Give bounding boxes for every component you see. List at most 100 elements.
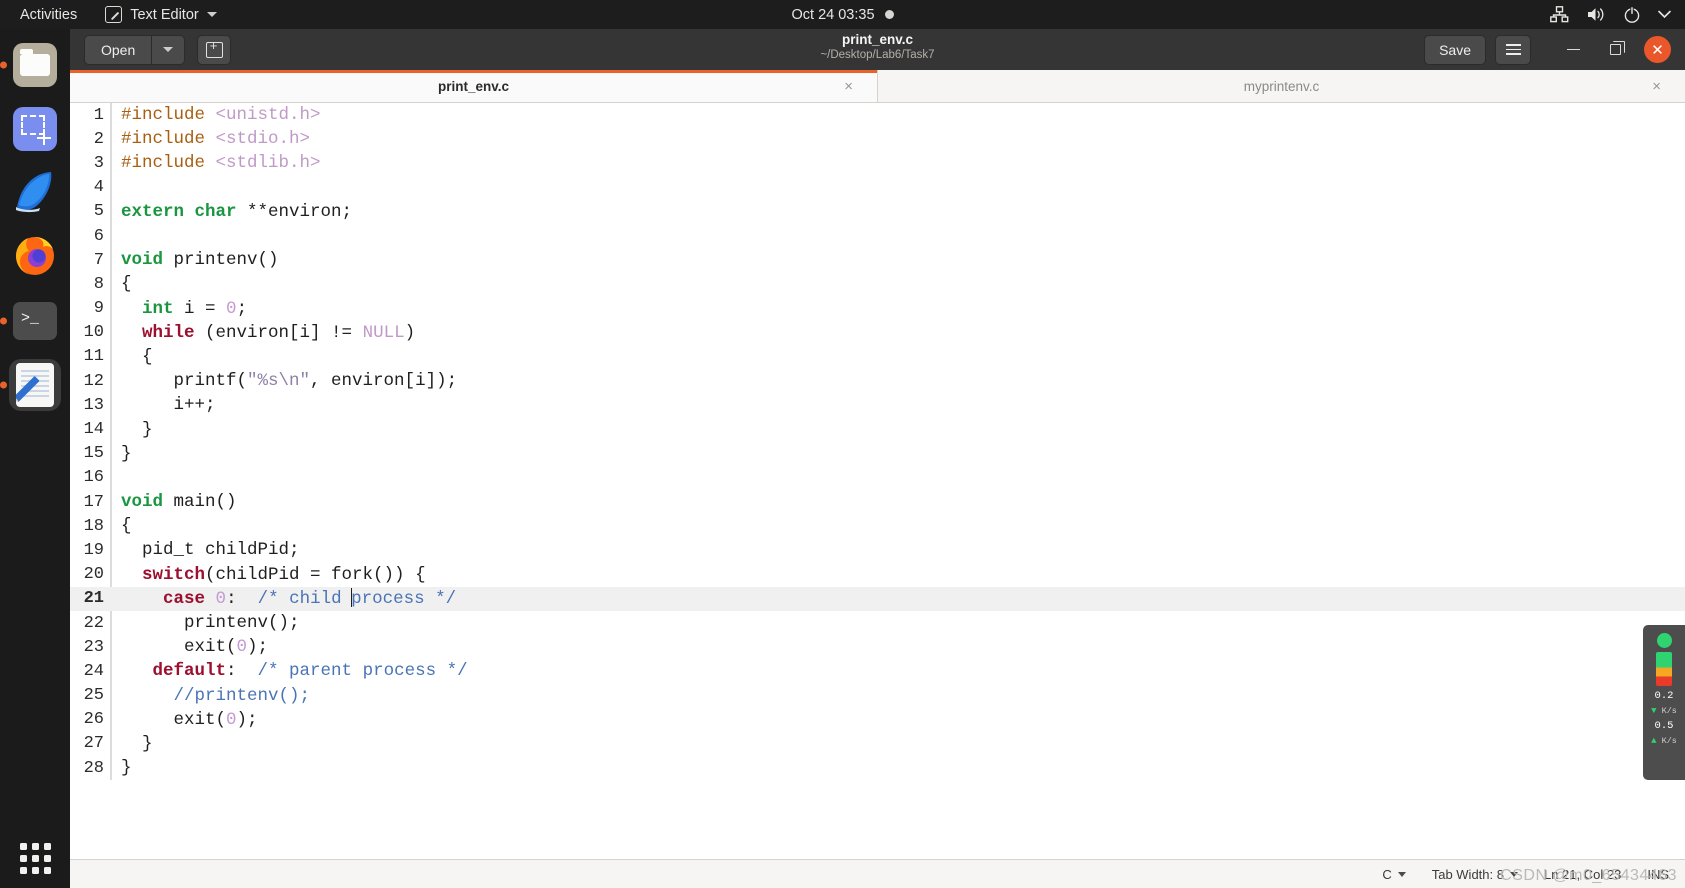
code-line: 11 {	[70, 344, 1685, 370]
minimize-icon	[1566, 48, 1580, 51]
code-text[interactable]: case 0: /* child process */	[112, 586, 1685, 611]
code-line: 16	[70, 465, 1685, 490]
tab-myprintenv-c[interactable]: myprintenv.c ×	[878, 70, 1685, 102]
tab-print-env-c[interactable]: print_env.c ×	[70, 70, 877, 102]
network-speed-widget[interactable]: 0.2 ▼ K/s 0.5 ▲ K/s	[1643, 625, 1685, 780]
code-text[interactable]: #include <stdlib.h>	[112, 151, 1685, 175]
code-text[interactable]: {	[112, 272, 1685, 296]
dock-item-firefox[interactable]	[9, 231, 61, 283]
language-selector[interactable]: C	[1382, 867, 1406, 882]
dock-item-terminal[interactable]: >_	[0, 295, 61, 347]
code-text[interactable]: while (environ[i] != NULL)	[112, 321, 1685, 345]
open-button[interactable]: Open	[84, 34, 152, 65]
code-text[interactable]: pid_t childPid;	[112, 538, 1685, 562]
code-text[interactable]: printenv();	[112, 611, 1685, 635]
save-button[interactable]: Save	[1424, 34, 1486, 65]
code-text[interactable]: {	[112, 514, 1685, 538]
code-text[interactable]	[112, 466, 1685, 490]
code-text[interactable]: }	[112, 442, 1685, 466]
code-text[interactable]: exit(0);	[112, 635, 1685, 659]
code-text[interactable]: void printenv()	[112, 248, 1685, 272]
code-line: 20 switch(childPid = fork()) {	[70, 562, 1685, 587]
dock-item-files[interactable]	[0, 39, 61, 91]
code-token: #include	[121, 105, 216, 126]
show-applications-button[interactable]	[0, 843, 70, 874]
code-text[interactable]: default: /* parent process */	[112, 659, 1685, 683]
code-line: 26 exit(0);	[70, 707, 1685, 732]
code-token: {	[121, 516, 132, 537]
tab-close-icon[interactable]: ×	[1652, 78, 1661, 95]
maximize-button[interactable]	[1602, 37, 1628, 63]
app-menu-button[interactable]: Text Editor	[105, 6, 217, 23]
code-line: 17 void main()	[70, 490, 1685, 515]
new-tab-button[interactable]	[197, 34, 232, 65]
dock-item-screenshot[interactable]	[9, 103, 61, 155]
line-number: 24	[70, 659, 110, 684]
code-text[interactable]: }	[112, 732, 1685, 756]
code-text[interactable]: }	[112, 756, 1685, 780]
code-token: exit(	[121, 637, 237, 658]
minimize-button[interactable]	[1560, 37, 1586, 63]
open-dropdown-button[interactable]	[151, 34, 186, 65]
line-number: 7	[70, 248, 110, 273]
code-text[interactable]: int i = 0;	[112, 297, 1685, 321]
code-token: {	[121, 274, 132, 295]
code-token: printenv()	[163, 250, 279, 271]
dock-item-text-editor[interactable]	[0, 359, 61, 411]
code-token: "%s\n"	[247, 371, 311, 392]
new-tab-icon	[205, 39, 223, 58]
tab-close-icon[interactable]: ×	[844, 78, 853, 95]
line-number: 19	[70, 538, 110, 563]
dock-item-wireshark[interactable]	[9, 167, 61, 219]
code-text[interactable]: #include <stdio.h>	[112, 127, 1685, 151]
code-token: 0	[236, 637, 248, 658]
code-text[interactable]: }	[112, 417, 1685, 441]
code-token: /* child	[257, 589, 353, 610]
code-text[interactable]: exit(0);	[112, 708, 1685, 732]
tab-label: myprintenv.c	[1243, 78, 1320, 94]
chevron-down-icon	[206, 12, 217, 17]
main-menu-button[interactable]	[1495, 34, 1531, 65]
close-button[interactable]: ✕	[1644, 36, 1671, 63]
code-token: <stdlib.h>	[215, 153, 321, 174]
code-text[interactable]	[112, 224, 1685, 248]
header-right-controls: Save ✕	[1424, 34, 1677, 65]
clock-label: Oct 24 03:35	[791, 6, 875, 23]
tab-label: print_env.c	[437, 78, 510, 94]
code-text[interactable]: i++;	[112, 393, 1685, 417]
code-text[interactable]: extern char **environ;	[112, 200, 1685, 224]
code-token: }	[121, 443, 132, 464]
code-token: switch	[142, 564, 206, 585]
chevron-down-icon	[1397, 871, 1406, 877]
code-text[interactable]: {	[112, 345, 1685, 369]
code-line: 1 #include <unistd.h>	[70, 103, 1685, 128]
system-indicators[interactable]	[1550, 0, 1671, 29]
code-token: 0	[215, 589, 227, 610]
insert-mode-label: INS	[1647, 866, 1669, 882]
status-bulb-icon	[1656, 633, 1672, 648]
code-text[interactable]: printf("%s\n", environ[i]);	[112, 369, 1685, 393]
code-line: 13 i++;	[70, 393, 1685, 418]
code-text[interactable]	[112, 176, 1685, 200]
code-line: 2 #include <stdio.h>	[70, 127, 1685, 152]
terminal-icon: >_	[13, 302, 57, 340]
code-token: #include	[121, 129, 216, 150]
clock-button[interactable]: Oct 24 03:35	[693, 7, 993, 23]
code-text[interactable]: #include <unistd.h>	[112, 103, 1685, 127]
cursor-position: Ln 21, Col 23	[1544, 867, 1621, 882]
line-number: 3	[70, 151, 110, 176]
code-token: (childPid = fork()) {	[205, 564, 426, 585]
code-line: 15}	[70, 441, 1685, 466]
code-token: //printenv();	[173, 685, 311, 706]
tab-width-selector[interactable]: Tab Width: 8	[1432, 867, 1518, 882]
volume-icon	[1586, 6, 1606, 23]
code-text[interactable]: switch(childPid = fork()) {	[112, 563, 1685, 587]
code-editor-area[interactable]: 1 #include <unistd.h> 2 #include <stdio.h> 3…	[70, 103, 1685, 859]
window-title: print_env.c	[841, 32, 914, 47]
code-text[interactable]: void main()	[112, 490, 1685, 514]
line-number: 17	[70, 490, 110, 515]
code-text[interactable]: //printenv();	[112, 684, 1685, 708]
activities-button[interactable]: Activities	[14, 5, 83, 25]
code-token: (environ[i] !=	[194, 322, 363, 343]
